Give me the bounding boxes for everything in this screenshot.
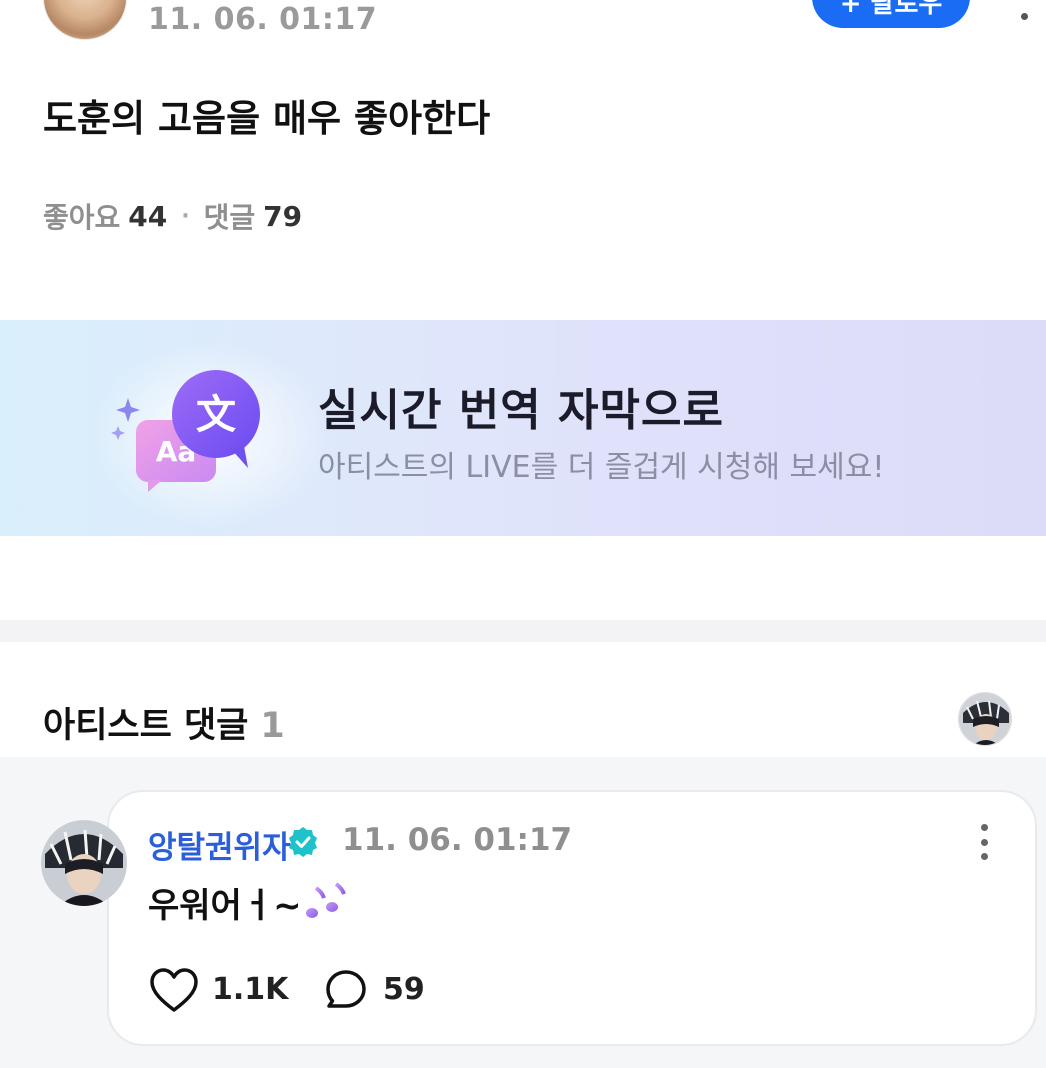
musical-notes-emoji	[305, 881, 346, 918]
comment-like-count: 1.1K	[212, 972, 289, 1007]
artist-avatar-thumbnail[interactable]	[958, 692, 1012, 746]
banner-subtitle: 아티스트의 LIVE를 더 즐겁게 시청해 보세요!	[318, 450, 885, 485]
post-timestamp: 11. 06. 01:17	[148, 2, 378, 37]
artist-comments-heading: 아티스트 댓글 1	[43, 697, 285, 748]
artist-comments-title: 아티스트 댓글	[43, 706, 249, 746]
follow-button[interactable]: + 팔로우	[812, 0, 970, 28]
comment-reply-count: 59	[383, 972, 425, 1007]
banner-title: 실시간 번역 자막으로	[318, 385, 724, 436]
comment-author-avatar[interactable]	[41, 820, 127, 906]
comment-author-name[interactable]: 앙탈권위자	[148, 822, 291, 867]
post-text: 도훈의 고음을 매우 좋아한다	[43, 97, 491, 140]
verified-badge-icon	[289, 827, 317, 857]
post-author-avatar[interactable]	[43, 0, 127, 40]
post-stats: 좋아요 44 · 댓글 79	[43, 196, 302, 236]
post-detail-page: 11. 06. 01:17 + 팔로우 도훈의 고음을 매우 좋아한다 좋아요 …	[0, 0, 1046, 1068]
stats-separator: ·	[181, 203, 190, 229]
heart-icon[interactable]	[148, 966, 200, 1014]
reply-bubble-icon[interactable]	[324, 968, 368, 1012]
translate-bubbles-icon: Aa 文	[111, 370, 260, 492]
comment-more-options-icon[interactable]	[972, 824, 996, 860]
likes-label[interactable]: 좋아요	[43, 196, 120, 236]
hanzi-glyph: 文	[196, 392, 236, 438]
comment-timestamp: 11. 06. 01:17	[342, 822, 573, 858]
live-translation-banner[interactable]: Aa 文 실시간 번역 자막으로 아티스트의 LIVE를 더 즐겁게 시청해 보…	[0, 320, 1046, 536]
comment-text: 우워어ㅓ~	[148, 886, 302, 926]
comment-text-row: 우워어ㅓ~	[148, 878, 350, 927]
section-divider	[0, 620, 1046, 642]
comments-count: 79	[263, 199, 303, 233]
likes-count: 44	[128, 199, 168, 233]
comments-label[interactable]: 댓글	[204, 196, 256, 236]
post-more-options-icon[interactable]	[1012, 0, 1036, 20]
artist-comments-count: 1	[260, 706, 285, 746]
